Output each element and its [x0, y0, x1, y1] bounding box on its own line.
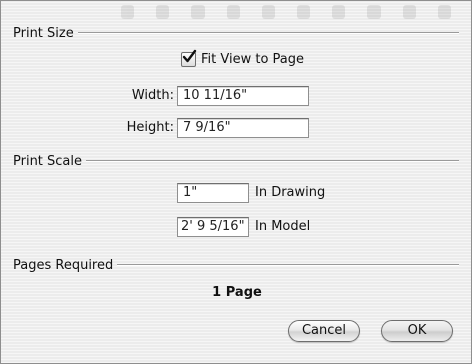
print-size-title: Print Size	[13, 25, 74, 41]
width-label: Width:	[131, 88, 174, 103]
checkmark-icon	[182, 49, 197, 62]
print-size-header: Print Size	[13, 24, 459, 42]
section-divider	[117, 264, 459, 266]
in-drawing-label: In Drawing	[255, 185, 326, 200]
fit-view-label: Fit View to Page	[201, 51, 305, 67]
pages-required-title: Pages Required	[13, 257, 114, 273]
section-divider	[86, 160, 459, 162]
fit-view-checkbox[interactable]	[181, 49, 197, 67]
ok-button[interactable]: OK	[381, 320, 453, 342]
height-label: Height:	[126, 120, 174, 135]
background-toolbar-ghost	[121, 5, 452, 23]
in-model-label: In Model	[255, 219, 311, 234]
drawing-scale-field[interactable]: 1"	[177, 183, 249, 203]
print-size-dialog: Print Size Fit View to Page Width: 10 11…	[0, 0, 472, 364]
model-scale-field[interactable]: 2' 9 5/16"	[177, 217, 249, 237]
print-scale-header: Print Scale	[13, 152, 459, 170]
width-field[interactable]: 10 11/16"	[177, 86, 309, 106]
height-field[interactable]: 7 9/16"	[177, 118, 309, 138]
print-scale-title: Print Scale	[13, 153, 83, 169]
pages-required-value: 1 Page	[212, 285, 262, 300]
pages-required-header: Pages Required	[13, 256, 459, 274]
section-divider	[77, 32, 459, 34]
fit-view-to-page-checkbox-row[interactable]: Fit View to Page	[181, 49, 305, 68]
cancel-button[interactable]: Cancel	[288, 320, 360, 342]
